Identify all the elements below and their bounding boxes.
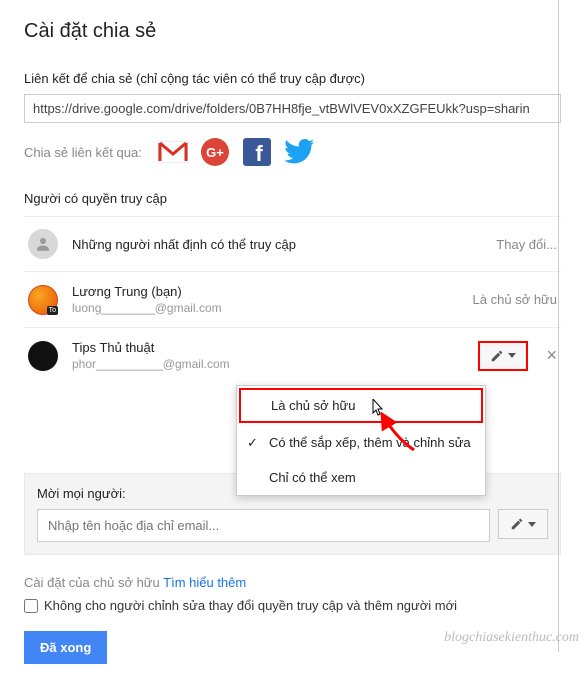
link-label: Liên kết để chia sẻ (chỉ cộng tác viên c… — [24, 71, 561, 86]
owner-name: Lương Trung (bạn) — [72, 284, 473, 299]
gmail-icon[interactable] — [158, 137, 188, 167]
remove-collaborator-button[interactable]: × — [546, 345, 557, 366]
share-via-row: Chia sẻ liên kết qua: G+ f — [24, 137, 561, 167]
invite-input[interactable] — [37, 509, 490, 542]
access-heading: Người có quyền truy cập — [24, 191, 561, 206]
owner-role-label: Là chủ sở hữu — [473, 292, 557, 307]
pencil-icon — [490, 349, 504, 363]
dropdown-option-owner[interactable]: Là chủ sở hữu — [239, 388, 483, 423]
people-icon — [28, 229, 58, 259]
svg-text:f: f — [255, 141, 263, 166]
chevron-down-icon — [528, 522, 536, 527]
share-settings-dialog: Cài đặt chia sẻ Liên kết để chia sẻ (chỉ… — [0, 0, 585, 684]
permission-dropdown-button[interactable] — [478, 341, 528, 371]
chevron-down-icon — [508, 353, 516, 358]
collaborator-email: phor__________@gmail.com — [72, 357, 478, 371]
owner-settings-row: Cài đặt của chủ sở hữu Tìm hiểu thêm — [24, 575, 561, 590]
share-via-label: Chia sẻ liên kết qua: — [24, 145, 142, 160]
twitter-icon[interactable] — [284, 137, 314, 167]
prevent-editors-checkbox[interactable] — [24, 599, 38, 613]
dropdown-option-view[interactable]: Chỉ có thể xem — [237, 460, 485, 495]
collaborator-row: Tips Thủ thuật phor__________@gmail.com … — [24, 327, 561, 383]
prevent-editors-label: Không cho người chỉnh sửa thay đổi quyền… — [44, 598, 457, 613]
access-specific-row: Những người nhất định có thể truy cập Th… — [24, 216, 561, 271]
avatar — [28, 285, 58, 315]
share-link-input[interactable] — [24, 94, 561, 123]
owner-row: Lương Trung (bạn) luong________@gmail.co… — [24, 271, 561, 327]
watermark: blogchiasekienthuc.com — [444, 630, 579, 646]
avatar — [28, 341, 58, 371]
facebook-icon[interactable]: f — [242, 137, 272, 167]
dialog-title: Cài đặt chia sẻ — [24, 20, 561, 43]
pencil-icon — [510, 517, 524, 531]
owner-settings-label: Cài đặt của chủ sở hữu — [24, 575, 160, 590]
permission-dropdown-menu: Là chủ sở hữu ✓ Có thể sắp xếp, thêm và … — [236, 385, 486, 496]
done-button[interactable]: Đã xong — [24, 631, 107, 664]
google-plus-icon[interactable]: G+ — [200, 137, 230, 167]
collaborator-name: Tips Thủ thuật — [72, 340, 478, 355]
owner-email: luong________@gmail.com — [72, 301, 473, 315]
specific-access-text: Những người nhất định có thể truy cập — [72, 237, 496, 252]
change-access-link[interactable]: Thay đổi... — [496, 237, 557, 252]
dropdown-option-edit[interactable]: ✓ Có thể sắp xếp, thêm và chỉnh sửa — [237, 425, 485, 460]
svg-text:G+: G+ — [206, 145, 224, 160]
prevent-editors-checkbox-row[interactable]: Không cho người chỉnh sửa thay đổi quyền… — [24, 598, 561, 613]
learn-more-link[interactable]: Tìm hiểu thêm — [163, 575, 246, 590]
invite-permission-button[interactable] — [498, 509, 548, 539]
check-icon: ✓ — [247, 435, 258, 451]
